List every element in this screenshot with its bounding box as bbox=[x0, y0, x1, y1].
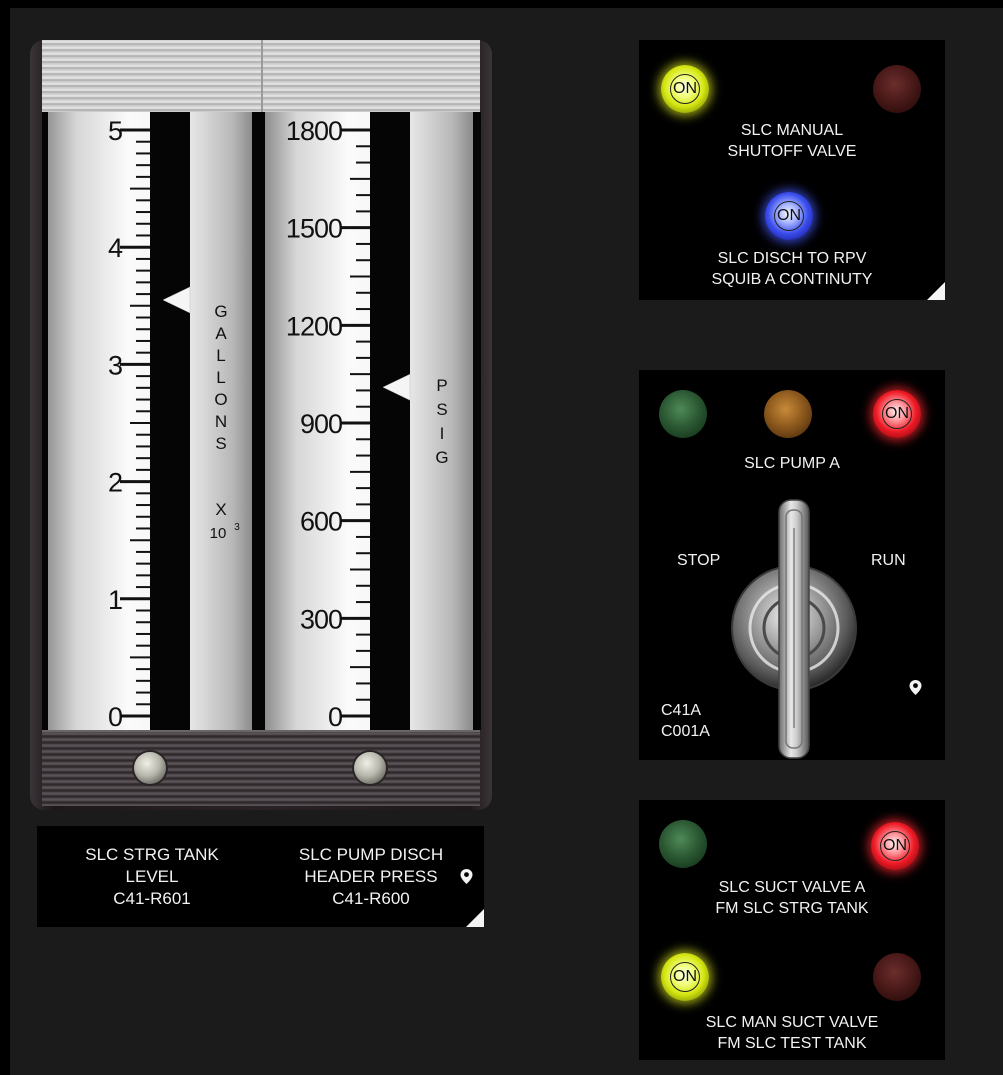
scale-label: 1 bbox=[108, 585, 122, 615]
scale-label: 4 bbox=[108, 233, 123, 263]
nameplate-line: SLC STRG TANK bbox=[85, 845, 219, 864]
pump-pressure-scale-labels: 0 300 600 900 1200 1500 1800 bbox=[286, 116, 343, 732]
manual-shutoff-valve-off-lamp[interactable] bbox=[873, 65, 921, 113]
lamp-on-label: ON bbox=[673, 80, 697, 97]
label-line: SLC SUCT VALVE A bbox=[718, 879, 866, 896]
multiplier-exponent: 3 bbox=[234, 522, 240, 533]
manual-shutoff-valve-label: SLC MANUAL SHUTOFF VALVE bbox=[639, 120, 945, 162]
unit-letter: A bbox=[215, 324, 227, 343]
meter-nameplate: SLC STRG TANK LEVEL C41-R601 SLC PUMP DI… bbox=[37, 826, 484, 927]
suct-valve-a-red-lamp[interactable]: ON bbox=[871, 822, 919, 870]
scale-label: 0 bbox=[328, 702, 342, 732]
stop-position-label: STOP bbox=[677, 552, 721, 569]
scale-label: 1800 bbox=[286, 116, 342, 146]
multiplier-base: 10 bbox=[210, 525, 227, 542]
tank-level-indicator-track bbox=[150, 112, 190, 730]
tank-level-adjust-knob[interactable] bbox=[134, 752, 166, 784]
control-panel-stage: 012345 0 300 600 900 1200 1500 1800 GALLONS PS… bbox=[0, 0, 1003, 1075]
scale-label: 1200 bbox=[286, 311, 342, 341]
multiplier-x: X bbox=[215, 500, 226, 519]
label-line: C001A bbox=[661, 723, 710, 740]
pump-a-title: SLC PUMP A bbox=[744, 455, 840, 472]
tank-level-scale-labels: 0 1 2 3 4 5 bbox=[108, 116, 124, 732]
lamp-on-label: ON bbox=[673, 968, 697, 985]
dual-edgewise-meter: 012345 0 300 600 900 1200 1500 1800 GALLONS PS… bbox=[30, 40, 492, 810]
expand-corner-icon[interactable] bbox=[466, 909, 484, 927]
map-pin-icon[interactable] bbox=[460, 869, 473, 884]
tank-level-unit-letters: GALLONS bbox=[214, 302, 227, 453]
unit-letter: I bbox=[440, 424, 445, 443]
lamp-on-label: ON bbox=[885, 405, 909, 422]
run-position-label: RUN bbox=[871, 552, 906, 569]
pump-a-id-label: C41A C001A bbox=[661, 700, 710, 742]
scale-label: 900 bbox=[300, 409, 342, 439]
unit-letter: L bbox=[216, 346, 225, 365]
unit-letter: G bbox=[435, 448, 448, 467]
map-pin-icon[interactable] bbox=[909, 680, 922, 695]
scale-label: 1500 bbox=[286, 214, 342, 244]
label-line: SHUTOFF VALVE bbox=[727, 143, 857, 160]
tank-level-ticks bbox=[120, 128, 150, 718]
manual-shutoff-valve-on-lamp[interactable]: ON bbox=[661, 65, 709, 113]
unit-letter: S bbox=[436, 400, 447, 419]
unit-letter: P bbox=[436, 376, 447, 395]
nameplate-line: C41-R600 bbox=[332, 889, 410, 908]
pump-a-red-lamp[interactable]: ON bbox=[873, 390, 921, 438]
meter-scales-svg: 012345 0300600900120015001800 GALLONS PS… bbox=[108, 112, 449, 732]
unit-letter: O bbox=[214, 390, 227, 409]
squib-continuity-label: SLC DISCH TO RPV SQUIB A CONTINUTY bbox=[639, 248, 945, 290]
man-suct-valve-label: SLC MAN SUCT VALVE FM SLC TEST TANK bbox=[639, 1012, 945, 1054]
pump-control-switch[interactable] bbox=[719, 498, 869, 760]
unit-letter: S bbox=[215, 434, 226, 453]
nameplate-line: LEVEL bbox=[125, 867, 179, 886]
pump-pressure-unit-letters: PSIG bbox=[435, 376, 448, 467]
meter-bottom-bezel bbox=[42, 730, 480, 806]
label-line: SLC MANUAL bbox=[740, 122, 844, 139]
lamp-on-label: ON bbox=[777, 207, 801, 224]
pump-pressure-nameplate: SLC PUMP DISCH HEADER PRESS C41-R600 bbox=[269, 844, 473, 910]
scale-label: 5 bbox=[108, 116, 122, 146]
scale-label: 2 bbox=[108, 468, 122, 498]
label-line: C41A bbox=[661, 702, 702, 719]
scale-label: 600 bbox=[300, 507, 342, 537]
pump-pressure-adjust-knob[interactable] bbox=[354, 752, 386, 784]
slc-pump-a-control-box: ON SLC PUMP A STOP RUN C41A C001A bbox=[639, 370, 945, 760]
unit-letter: G bbox=[214, 302, 227, 321]
unit-letter: L bbox=[216, 368, 225, 387]
lamp-on-label: ON bbox=[883, 837, 907, 854]
suct-valve-a-label: SLC SUCT VALVE A FM SLC STRG TANK bbox=[639, 877, 945, 919]
pump-pressure-ticks bbox=[340, 128, 370, 718]
unit-letter: N bbox=[215, 412, 227, 431]
suct-valve-a-green-lamp[interactable] bbox=[659, 820, 707, 868]
label-line: SQUIB A CONTINUTY bbox=[711, 271, 873, 288]
tank-level-nameplate: SLC STRG TANK LEVEL C41-R601 bbox=[47, 844, 257, 910]
pump-a-amber-lamp[interactable] bbox=[764, 390, 812, 438]
nameplate-line: HEADER PRESS bbox=[304, 867, 438, 886]
scale-label: 300 bbox=[300, 604, 342, 634]
label-line: SLC MAN SUCT VALVE bbox=[705, 1014, 879, 1031]
label-line: FM SLC TEST TANK bbox=[717, 1035, 867, 1052]
squib-continuity-lamp[interactable]: ON bbox=[765, 192, 813, 240]
label-line: SLC DISCH TO RPV bbox=[717, 250, 867, 267]
pump-a-green-lamp[interactable] bbox=[659, 390, 707, 438]
man-suct-valve-off-lamp[interactable] bbox=[873, 953, 921, 1001]
nameplate-line: C41-R601 bbox=[113, 889, 191, 908]
man-suct-valve-on-lamp[interactable]: ON bbox=[661, 953, 709, 1001]
nameplate-line: SLC PUMP DISCH bbox=[298, 845, 444, 864]
pump-pressure-indicator-track bbox=[370, 112, 410, 730]
scale-label: 3 bbox=[108, 350, 122, 380]
expand-corner-icon[interactable] bbox=[927, 282, 945, 300]
label-line: FM SLC STRG TANK bbox=[715, 900, 869, 917]
manual-shutoff-annunciator-box: ON SLC MANUAL SHUTOFF VALVE ON SLC DISCH… bbox=[639, 40, 945, 300]
suction-valve-annunciator-box: ON SLC SUCT VALVE A FM SLC STRG TANK ON … bbox=[639, 800, 945, 1060]
scale-label: 0 bbox=[108, 702, 122, 732]
